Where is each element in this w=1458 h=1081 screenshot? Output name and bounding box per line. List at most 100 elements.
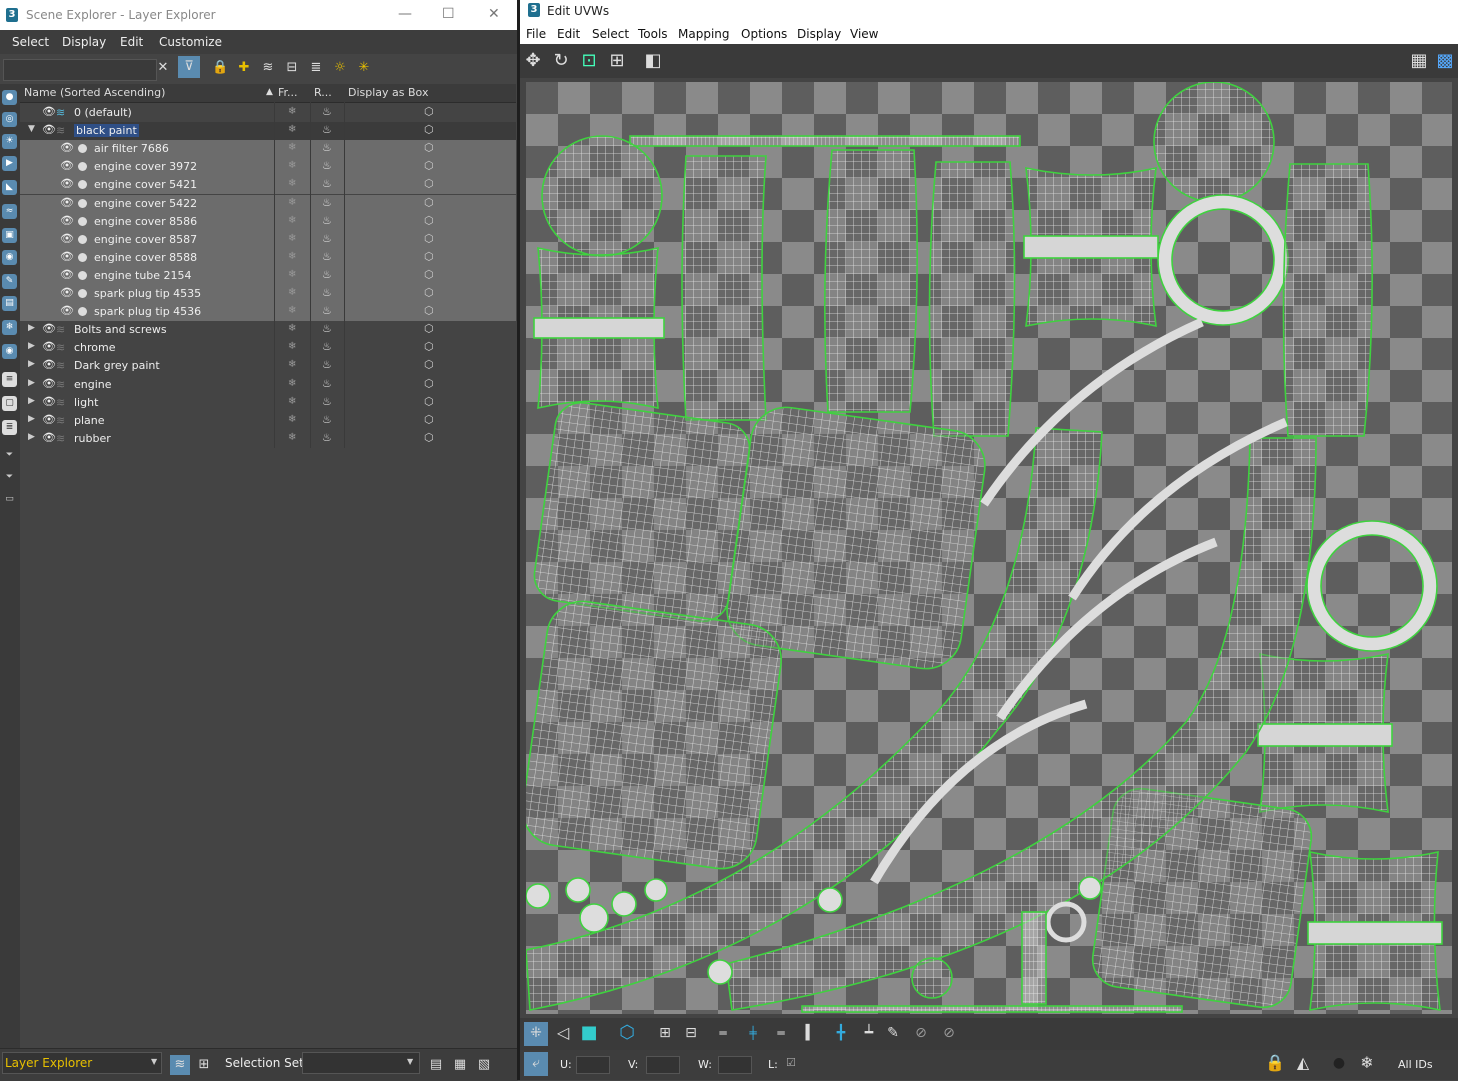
- filter-funnel-off-icon[interactable]: ⏷: [2, 448, 17, 463]
- visibility-eye-icon[interactable]: 👁: [42, 413, 56, 426]
- render-teapot-icon[interactable]: ♨: [322, 268, 332, 281]
- menu-display[interactable]: Display: [62, 35, 106, 49]
- object-row[interactable]: 👁 engine cover 5421 ❄ ♨ ⬡: [20, 176, 516, 195]
- visibility-eye-icon[interactable]: 👁: [60, 196, 74, 209]
- visibility-eye-icon[interactable]: 👁: [42, 431, 56, 444]
- menu-display[interactable]: Display: [797, 27, 841, 41]
- display-as-box-icon[interactable]: ⬡: [424, 177, 434, 190]
- lock-icon[interactable]: 🔒: [212, 60, 228, 76]
- spacewarps-filter-icon[interactable]: ≈: [2, 204, 17, 219]
- expand-open-icon[interactable]: ▼: [28, 124, 35, 134]
- object-row[interactable]: 👁 engine cover 8588 ❄ ♨ ⬡: [20, 248, 516, 267]
- maximize-button[interactable]: ☐: [442, 6, 455, 22]
- render-teapot-icon[interactable]: ♨: [322, 196, 332, 209]
- display-as-box-icon[interactable]: ⬡: [424, 340, 434, 353]
- render-teapot-icon[interactable]: ♨: [322, 377, 332, 390]
- close-button[interactable]: ✕: [488, 6, 500, 22]
- freeze-icon[interactable]: ❄: [288, 432, 296, 443]
- menu-options[interactable]: Options: [741, 27, 787, 41]
- menu-edit[interactable]: Edit: [557, 27, 580, 41]
- render-teapot-icon[interactable]: ♨: [322, 214, 332, 227]
- shrink-selection-icon[interactable]: ⊟: [680, 1022, 702, 1044]
- render-teapot-icon[interactable]: ♨: [322, 177, 332, 190]
- visibility-eye-icon[interactable]: 👁: [42, 123, 56, 136]
- layer-row[interactable]: 👁 ≋ 0 (default) ❄ ♨ ⬡: [20, 104, 516, 122]
- visibility-eye-icon[interactable]: 👁: [60, 177, 74, 190]
- paint-select-icon[interactable]: ✎: [882, 1022, 904, 1044]
- display-as-box-icon[interactable]: ⬡: [424, 196, 434, 209]
- camera-roll-icon[interactable]: ▭: [2, 492, 17, 507]
- selection-set-new-icon[interactable]: ▦: [452, 1057, 468, 1073]
- ring-select-icon[interactable]: ═: [770, 1022, 792, 1044]
- visibility-eye-icon[interactable]: 👁: [60, 232, 74, 245]
- ring-shrink-icon[interactable]: ▍: [800, 1022, 822, 1044]
- material-id-filter[interactable]: All IDs: [1398, 1058, 1433, 1071]
- freeze-icon[interactable]: ❄: [288, 142, 296, 153]
- freeze-icon[interactable]: ❄: [288, 341, 296, 352]
- freeze-icon[interactable]: ❄: [288, 305, 296, 316]
- display-as-box-icon[interactable]: ⬡: [424, 159, 434, 172]
- object-row[interactable]: 👁 spark plug tip 4536 ❄ ♨ ⬡: [20, 303, 516, 322]
- display-as-box-icon[interactable]: ⬡: [424, 214, 434, 227]
- display-as-box-icon[interactable]: ⬡: [424, 286, 434, 299]
- u-field[interactable]: [576, 1056, 610, 1074]
- absolute-offset-icon[interactable]: ⤶: [524, 1052, 548, 1076]
- selection-set-remove-icon[interactable]: ▧: [476, 1057, 492, 1073]
- hidden-filter-icon[interactable]: ◉: [2, 344, 17, 359]
- new-layer-icon[interactable]: ✚: [236, 60, 252, 76]
- menu-view[interactable]: View: [850, 27, 878, 41]
- object-row[interactable]: 👁 engine cover 3972 ❄ ♨ ⬡: [20, 158, 516, 177]
- menu-mapping[interactable]: Mapping: [678, 27, 730, 41]
- bones-filter-icon[interactable]: ✎: [2, 274, 17, 289]
- render-teapot-icon[interactable]: ♨: [322, 232, 332, 245]
- sort-ascending-icon[interactable]: ▲: [266, 87, 273, 97]
- freeze-icon[interactable]: ❄: [288, 215, 296, 226]
- l-checkbox[interactable]: ☑: [786, 1056, 796, 1069]
- cameras-filter-icon[interactable]: ▶: [2, 156, 17, 171]
- object-row[interactable]: 👁 engine tube 2154 ❄ ♨ ⬡: [20, 266, 516, 285]
- display-as-box-icon[interactable]: ⬡: [424, 268, 434, 281]
- visibility-eye-icon[interactable]: 👁: [60, 286, 74, 299]
- search-input[interactable]: [3, 59, 157, 81]
- layer-row[interactable]: ▶ 👁 ≋ engine ❄ ♨ ⬡: [20, 376, 516, 394]
- selection-set-dropdown[interactable]: ▼: [302, 1052, 420, 1074]
- invert-icon[interactable]: ≣: [2, 420, 17, 435]
- lock-icon[interactable]: 🔒: [1264, 1052, 1286, 1074]
- groups-filter-icon[interactable]: ▣: [2, 228, 17, 243]
- clear-search-icon[interactable]: ✕: [155, 60, 171, 76]
- move-icon[interactable]: ✥: [522, 50, 544, 72]
- snap-icon[interactable]: ◭: [1292, 1052, 1314, 1074]
- menu-file[interactable]: File: [526, 27, 546, 41]
- freeze-icon[interactable]: ❄: [288, 359, 296, 370]
- object-row[interactable]: 👁 engine cover 5422 ❄ ♨ ⬡: [20, 194, 516, 213]
- scale-icon[interactable]: ⊡: [578, 50, 600, 72]
- align-vertical-icon[interactable]: ┷: [858, 1022, 880, 1044]
- visibility-eye-icon[interactable]: 👁: [60, 159, 74, 172]
- column-display-as-box[interactable]: Display as Box: [348, 86, 428, 99]
- scene-explorer-titlebar[interactable]: 3 Scene Explorer - Layer Explorer — ☐ ✕: [0, 0, 518, 30]
- display-as-box-icon[interactable]: ⬡: [424, 377, 434, 390]
- menu-select[interactable]: Select: [592, 27, 629, 41]
- geometry-filter-icon[interactable]: ●: [2, 90, 17, 105]
- column-name[interactable]: Name (Sorted Ascending): [24, 86, 165, 99]
- freeze-icon[interactable]: ❄: [288, 323, 296, 334]
- display-as-box-icon[interactable]: ⬡: [424, 105, 434, 118]
- paint-size-up-icon[interactable]: ⊘: [910, 1022, 932, 1044]
- hide-icon[interactable]: ●: [1328, 1052, 1350, 1074]
- render-teapot-icon[interactable]: ♨: [322, 322, 332, 335]
- list-icon[interactable]: ≡: [2, 372, 17, 387]
- visibility-eye-icon[interactable]: 👁: [42, 395, 56, 408]
- freeze-icon[interactable]: ❄: [288, 396, 296, 407]
- layer-row[interactable]: ▶ 👁 ≋ plane ❄ ♨ ⬡: [20, 412, 516, 430]
- display-as-box-icon[interactable]: ⬡: [424, 395, 434, 408]
- render-teapot-icon[interactable]: ♨: [322, 250, 332, 263]
- display-as-box-icon[interactable]: ⬡: [424, 123, 434, 136]
- w-field[interactable]: [718, 1056, 752, 1074]
- polygon-mode-icon[interactable]: ■: [578, 1022, 600, 1044]
- layer-row[interactable]: ▶ 👁 ≋ Dark grey paint ❄ ♨ ⬡: [20, 357, 516, 375]
- display-as-box-icon[interactable]: ⬡: [424, 322, 434, 335]
- object-row[interactable]: 👁 air filter 7686 ❄ ♨ ⬡: [20, 140, 516, 159]
- hierarchy-icon[interactable]: ⊟: [284, 60, 300, 76]
- layer-row[interactable]: ▶ 👁 ≋ rubber ❄ ♨ ⬡: [20, 430, 516, 448]
- freeze-icon[interactable]: ❄: [288, 269, 296, 280]
